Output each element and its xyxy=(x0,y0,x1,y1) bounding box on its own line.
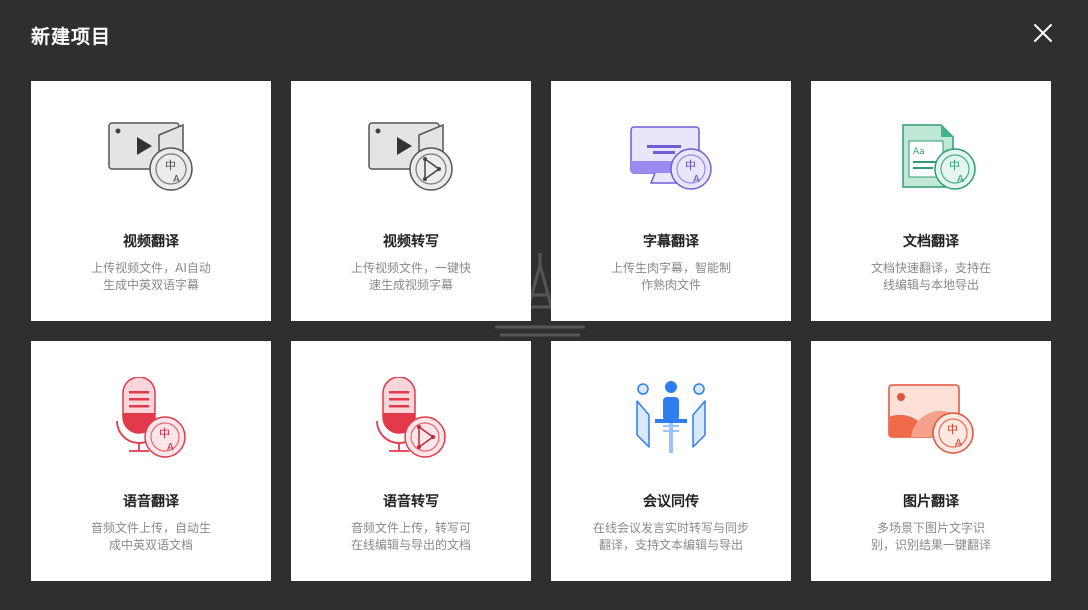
svg-text:A: A xyxy=(693,174,700,185)
svg-text:A: A xyxy=(957,174,964,185)
card-document-translate[interactable]: Aa 中 A 文档翻译 文档快速翻译，支持在 线编辑与本地导出 xyxy=(811,81,1051,321)
card-audio-transcribe[interactable]: 语音转写 音频文件上传，转写可 在线编辑与导出的文档 xyxy=(291,341,531,581)
card-description: 文档快速翻译，支持在 线编辑与本地导出 xyxy=(811,260,1051,294)
close-button[interactable] xyxy=(1030,20,1056,46)
image-translate-icon: 中 A xyxy=(881,377,981,461)
svg-text:中: 中 xyxy=(947,423,958,436)
card-desc-line: 上传生肉字幕，智能制 xyxy=(610,261,731,275)
audio-translate-icon: 中 A xyxy=(101,377,201,461)
subtitle-translate-icon: 中 A xyxy=(621,117,721,201)
card-description: 多场景下图片文字识 别，识别结果一键翻译 xyxy=(811,520,1051,554)
svg-text:Aa: Aa xyxy=(913,147,925,157)
audio-transcribe-icon xyxy=(361,377,461,461)
card-desc-line: 成中英双语文档 xyxy=(108,538,193,552)
card-title: 字幕翻译 xyxy=(643,234,699,250)
card-title: 语音翻译 xyxy=(123,494,179,510)
card-title: 图片翻译 xyxy=(903,494,959,510)
card-desc-line: 生成中英双语字幕 xyxy=(102,278,199,292)
card-title: 视频转写 xyxy=(383,234,439,250)
card-meeting-interpret[interactable]: 会议同传 在线会议发言实时转写与同步 翻译，支持文本编辑与导出 xyxy=(551,341,791,581)
card-description: 上传视频文件，一键快 速生成视频字幕 xyxy=(291,260,531,294)
card-description: 上传生肉字幕，智能制 作熟肉文件 xyxy=(551,260,791,294)
svg-text:中: 中 xyxy=(685,159,696,172)
card-description: 上传视频文件，AI自动 生成中英双语字幕 xyxy=(31,260,271,294)
card-image-translate[interactable]: 中 A 图片翻译 多场景下图片文字识 别，识别结果一键翻译 xyxy=(811,341,1051,581)
card-desc-line: 作熟肉文件 xyxy=(640,278,701,292)
card-audio-translate[interactable]: 中 A 语音翻译 音频文件上传，自动生 成中英双语文档 xyxy=(31,341,271,581)
document-translate-icon: Aa 中 A xyxy=(881,117,981,201)
card-description: 音频文件上传，自动生 成中英双语文档 xyxy=(31,520,271,554)
video-transcribe-icon xyxy=(361,117,461,201)
modal-title: 新建项目 xyxy=(31,26,112,48)
svg-text:A: A xyxy=(167,442,174,453)
video-translate-icon: 中 A xyxy=(101,117,201,201)
svg-text:中: 中 xyxy=(949,159,960,172)
svg-text:A: A xyxy=(173,174,180,185)
card-desc-line: 在线编辑与导出的文档 xyxy=(350,538,471,552)
card-desc-line: 多场景下图片文字识 xyxy=(876,521,985,535)
card-video-translate[interactable]: 中 A 视频翻译 上传视频文件，AI自动 生成中英双语字幕 xyxy=(31,81,271,321)
card-title: 会议同传 xyxy=(643,494,699,510)
card-video-transcribe[interactable]: 视频转写 上传视频文件，一键快 速生成视频字幕 xyxy=(291,81,531,321)
card-desc-line: 别，识别结果一键翻译 xyxy=(870,538,991,552)
card-desc-line: 在线会议发言实时转写与同步 xyxy=(592,521,749,535)
card-desc-line: 音频文件上传，自动生 xyxy=(90,521,211,535)
svg-text:中: 中 xyxy=(165,159,176,172)
card-desc-line: 上传视频文件，AI自动 xyxy=(91,261,211,275)
card-description: 音频文件上传，转写可 在线编辑与导出的文档 xyxy=(291,520,531,554)
card-desc-line: 翻译，支持文本编辑与导出 xyxy=(598,538,743,552)
card-subtitle-translate[interactable]: 中 A 字幕翻译 上传生肉字幕，智能制 作熟肉文件 xyxy=(551,81,791,321)
card-desc-line: 上传视频文件，一键快 xyxy=(350,261,471,275)
card-title: 语音转写 xyxy=(383,494,439,510)
meeting-interpret-icon xyxy=(621,377,721,461)
card-desc-line: 文档快速翻译，支持在 xyxy=(870,261,991,275)
svg-text:A: A xyxy=(955,438,962,449)
card-title: 视频翻译 xyxy=(123,234,179,250)
svg-text:中: 中 xyxy=(159,427,170,440)
card-description: 在线会议发言实时转写与同步 翻译，支持文本编辑与导出 xyxy=(551,520,791,554)
card-desc-line: 音频文件上传，转写可 xyxy=(350,521,471,535)
card-desc-line: 速生成视频字幕 xyxy=(368,278,453,292)
project-type-grid: 中 A 视频翻译 上传视频文件，AI自动 生成中英双语字幕 视频转写 上传视频文… xyxy=(31,81,1051,581)
close-icon[interactable] xyxy=(1030,20,1056,46)
card-title: 文档翻译 xyxy=(903,234,959,250)
card-desc-line: 线编辑与本地导出 xyxy=(882,278,979,292)
